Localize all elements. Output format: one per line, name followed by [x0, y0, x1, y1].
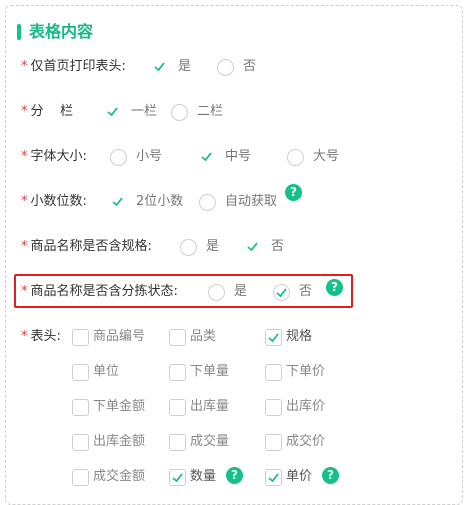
label-text: 商品名称是否含规格:: [30, 239, 152, 254]
checkbox-10[interactable]: [72, 434, 89, 451]
required-mark: *: [21, 104, 28, 119]
required-mark: *: [21, 194, 28, 209]
checkbox-label[interactable]: 商品编号: [93, 325, 145, 349]
section-header: 表格内容: [17, 22, 93, 42]
check-icon: [268, 333, 279, 343]
radio-no-label[interactable]: 否: [271, 235, 284, 259]
setting-label: * 小数位数:: [21, 190, 87, 214]
help-icon[interactable]: ?: [226, 467, 243, 484]
label-text: 小数位数:: [30, 194, 87, 209]
checkbox-label[interactable]: 成交金额: [93, 465, 145, 489]
section-title: 表格内容: [29, 22, 94, 41]
checkbox-label[interactable]: 品类: [190, 325, 216, 349]
check-icon: [172, 473, 183, 483]
label-text: 字体大小:: [30, 149, 87, 164]
radio-no-label[interactable]: 否: [299, 280, 312, 304]
label-text: 仅首页打印表头:: [30, 59, 126, 74]
radio-one-column[interactable]: [105, 104, 122, 121]
check-icon: [247, 242, 258, 252]
help-icon[interactable]: ?: [326, 279, 343, 296]
checkbox-label[interactable]: 规格: [286, 325, 312, 349]
setting-label: * 仅首页打印表头:: [21, 55, 126, 79]
checkbox-15[interactable]: [265, 469, 282, 486]
checkbox-label[interactable]: 出库量: [190, 395, 229, 419]
check-icon: [107, 107, 118, 117]
radio-yes-label[interactable]: 是: [178, 55, 191, 79]
radio-two-column[interactable]: [171, 104, 188, 121]
label-text: 表头:: [30, 329, 61, 344]
radio-medium-label[interactable]: 中号: [225, 145, 251, 169]
radio-small[interactable]: [110, 149, 127, 166]
checkbox-13[interactable]: [72, 469, 89, 486]
required-mark: *: [21, 284, 28, 299]
checkbox-6[interactable]: [265, 364, 282, 381]
required-mark: *: [21, 59, 28, 74]
help-icon[interactable]: ?: [322, 467, 339, 484]
radio-yes[interactable]: [208, 284, 225, 301]
checkbox-label[interactable]: 数量: [190, 465, 216, 489]
help-icon[interactable]: ?: [285, 184, 302, 201]
checkbox-11[interactable]: [169, 434, 186, 451]
radio-one-column-label[interactable]: 一栏: [131, 100, 157, 124]
radio-large[interactable]: [287, 149, 304, 166]
checkbox-2[interactable]: [169, 329, 186, 346]
setting-label: * 表头:: [21, 325, 61, 349]
check-icon: [201, 152, 212, 162]
checkbox-14[interactable]: [169, 469, 186, 486]
checkbox-label[interactable]: 出库价: [286, 395, 325, 419]
checkbox-4[interactable]: [72, 364, 89, 381]
radio-no-label[interactable]: 否: [243, 55, 256, 79]
radio-two-decimal[interactable]: [110, 194, 127, 211]
radio-yes-label[interactable]: 是: [206, 235, 219, 259]
check-icon: [276, 288, 287, 298]
checkbox-8[interactable]: [169, 399, 186, 416]
checkbox-7[interactable]: [72, 399, 89, 416]
required-mark: *: [21, 239, 28, 254]
required-mark: *: [21, 149, 28, 164]
radio-yes[interactable]: [180, 239, 197, 256]
radio-auto[interactable]: [199, 194, 216, 211]
radio-large-label[interactable]: 大号: [313, 145, 339, 169]
radio-no[interactable]: [217, 59, 234, 76]
checkbox-label[interactable]: 单位: [93, 360, 119, 384]
check-icon: [154, 62, 165, 72]
checkbox-3[interactable]: [265, 329, 282, 346]
checkbox-label[interactable]: 下单价: [286, 360, 325, 384]
section-accent-bar: [17, 24, 21, 40]
check-icon: [268, 473, 279, 483]
setting-label: * 字体大小:: [21, 145, 87, 169]
radio-yes[interactable]: [152, 59, 169, 76]
radio-auto-label[interactable]: 自动获取: [225, 190, 277, 214]
checkbox-9[interactable]: [265, 399, 282, 416]
checkbox-1[interactable]: [72, 329, 89, 346]
required-mark: *: [21, 329, 28, 344]
radio-two-column-label[interactable]: 二栏: [197, 100, 223, 124]
checkbox-5[interactable]: [169, 364, 186, 381]
checkbox-label[interactable]: 成交量: [190, 430, 229, 454]
check-icon: [112, 197, 123, 207]
radio-yes-label[interactable]: 是: [234, 280, 247, 304]
setting-label: * 分 栏: [21, 100, 73, 124]
radio-medium[interactable]: [199, 149, 216, 166]
radio-small-label[interactable]: 小号: [136, 145, 162, 169]
label-text: 分 栏: [30, 104, 74, 119]
setting-label: * 商品名称是否含分拣状态:: [21, 280, 178, 304]
radio-no[interactable]: [273, 284, 290, 301]
checkbox-label[interactable]: 单价: [286, 465, 312, 489]
setting-label: * 商品名称是否含规格:: [21, 235, 152, 259]
checkbox-label[interactable]: 成交价: [286, 430, 325, 454]
radio-two-decimal-label[interactable]: 2位小数: [136, 190, 183, 214]
checkbox-label[interactable]: 出库金额: [93, 430, 145, 454]
checkbox-label[interactable]: 下单金额: [93, 395, 145, 419]
checkbox-12[interactable]: [265, 434, 282, 451]
checkbox-label[interactable]: 下单量: [190, 360, 229, 384]
label-text: 商品名称是否含分拣状态:: [30, 284, 178, 299]
radio-no[interactable]: [245, 239, 262, 256]
